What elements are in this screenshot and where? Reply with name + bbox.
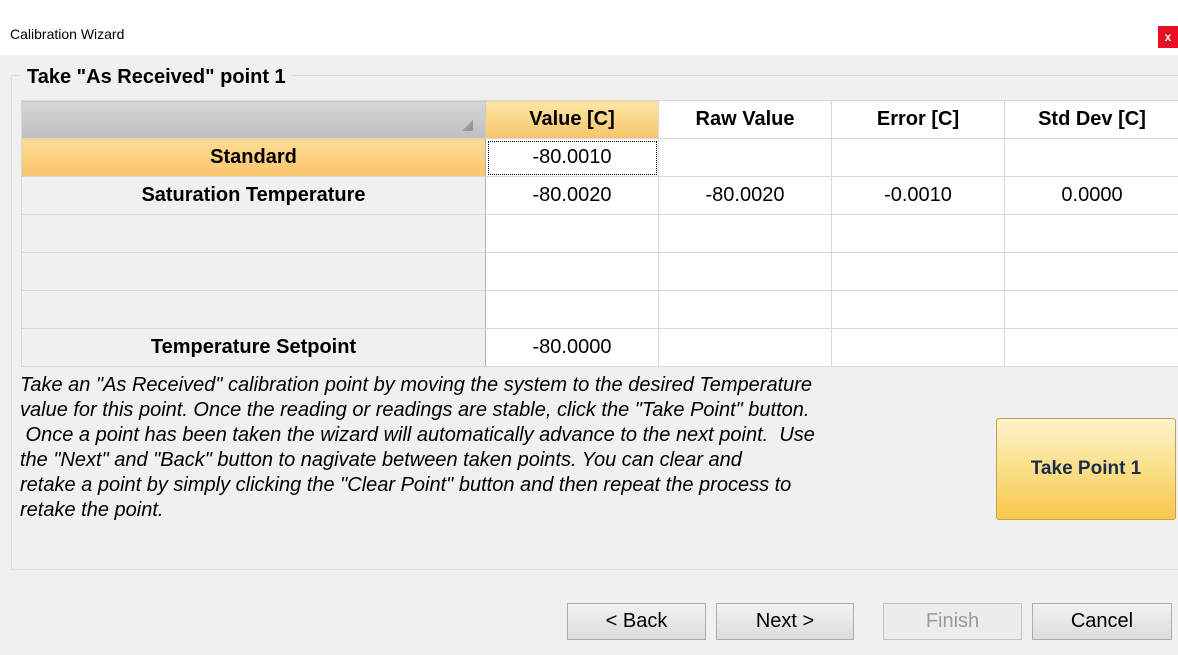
cancel-button[interactable]: Cancel <box>1032 603 1172 640</box>
grid-cell[interactable] <box>658 252 832 291</box>
instructions-line: the "Next" and "Back" button to nagivate… <box>20 449 742 471</box>
row-header-empty[interactable] <box>21 290 486 329</box>
grid-cell[interactable]: -80.0000 <box>485 328 659 367</box>
instructions-line: retake a point by simply clicking the "C… <box>20 474 792 496</box>
grid-cell[interactable] <box>658 290 832 329</box>
instructions-line: retake the point. <box>20 499 164 521</box>
calibration-grid: Value [C] Raw Value Error [C] Std Dev [C… <box>21 100 1178 367</box>
row-header-empty[interactable] <box>21 214 486 253</box>
grid-row-standard: Standard -80.0010 <box>21 138 1178 177</box>
instructions-line: value for this point. Once the reading o… <box>20 399 810 421</box>
row-header-saturation-temperature[interactable]: Saturation Temperature <box>21 176 486 215</box>
grid-cell[interactable]: -80.0020 <box>485 176 659 215</box>
close-icon: x <box>1164 30 1172 44</box>
instructions-line: Take an "As Received" calibration point … <box>20 374 813 396</box>
grid-header-row: Value [C] Raw Value Error [C] Std Dev [C… <box>21 100 1178 139</box>
footer-divider <box>11 569 1178 570</box>
grid-cell[interactable] <box>485 252 659 291</box>
grid-cell[interactable] <box>831 328 1005 367</box>
grid-cell[interactable] <box>485 290 659 329</box>
grid-row-saturation-temperature: Saturation Temperature -80.0020 -80.0020… <box>21 176 1178 215</box>
row-header-standard[interactable]: Standard <box>21 138 486 177</box>
grid-row-empty <box>21 214 1178 253</box>
grid-cell[interactable] <box>831 290 1005 329</box>
column-header-error[interactable]: Error [C] <box>831 100 1005 139</box>
grid-cell[interactable]: -0.0010 <box>831 176 1005 215</box>
next-button[interactable]: Next > <box>716 603 854 640</box>
grid-cell[interactable]: -80.0010 <box>485 138 659 177</box>
grid-cell[interactable]: 0.0000 <box>1004 176 1178 215</box>
grid-cell[interactable] <box>1004 138 1178 177</box>
grid-cell[interactable] <box>831 138 1005 177</box>
grid-cell[interactable] <box>658 328 832 367</box>
grid-cell[interactable]: -80.0020 <box>658 176 832 215</box>
row-header-temperature-setpoint[interactable]: Temperature Setpoint <box>21 328 486 367</box>
title-bar: Calibration Wizard x <box>0 10 1178 55</box>
column-header-std-dev[interactable]: Std Dev [C] <box>1004 100 1178 139</box>
select-all-triangle-icon <box>462 120 473 131</box>
wizard-client-area: Take "As Received" point 1 Value [C] Raw… <box>0 55 1178 655</box>
instructions-line: Once a point has been taken the wizard w… <box>20 424 815 446</box>
instructions-text: Take an "As Received" calibration point … <box>20 373 980 523</box>
grid-cell[interactable] <box>1004 328 1178 367</box>
grid-cell[interactable] <box>658 214 832 253</box>
take-point-button[interactable]: Take Point 1 <box>996 418 1176 520</box>
column-header-raw-value[interactable]: Raw Value <box>658 100 832 139</box>
row-header-empty[interactable] <box>21 252 486 291</box>
back-button[interactable]: < Back <box>567 603 706 640</box>
grid-row-empty <box>21 252 1178 291</box>
grid-cell[interactable] <box>1004 290 1178 329</box>
grid-row-temperature-setpoint: Temperature Setpoint -80.0000 <box>21 328 1178 367</box>
window-title: Calibration Wizard <box>10 26 125 42</box>
grid-row-empty <box>21 290 1178 329</box>
point-group-label: Take "As Received" point 1 <box>19 64 292 90</box>
close-button[interactable]: x <box>1158 26 1178 48</box>
grid-cell[interactable] <box>658 138 832 177</box>
grid-cell[interactable] <box>1004 214 1178 253</box>
grid-corner-header[interactable] <box>21 100 486 139</box>
grid-cell[interactable] <box>831 214 1005 253</box>
column-header-value[interactable]: Value [C] <box>485 100 659 139</box>
grid-cell[interactable] <box>485 214 659 253</box>
grid-cell[interactable] <box>1004 252 1178 291</box>
finish-button[interactable]: Finish <box>883 603 1022 640</box>
grid-cell[interactable] <box>831 252 1005 291</box>
